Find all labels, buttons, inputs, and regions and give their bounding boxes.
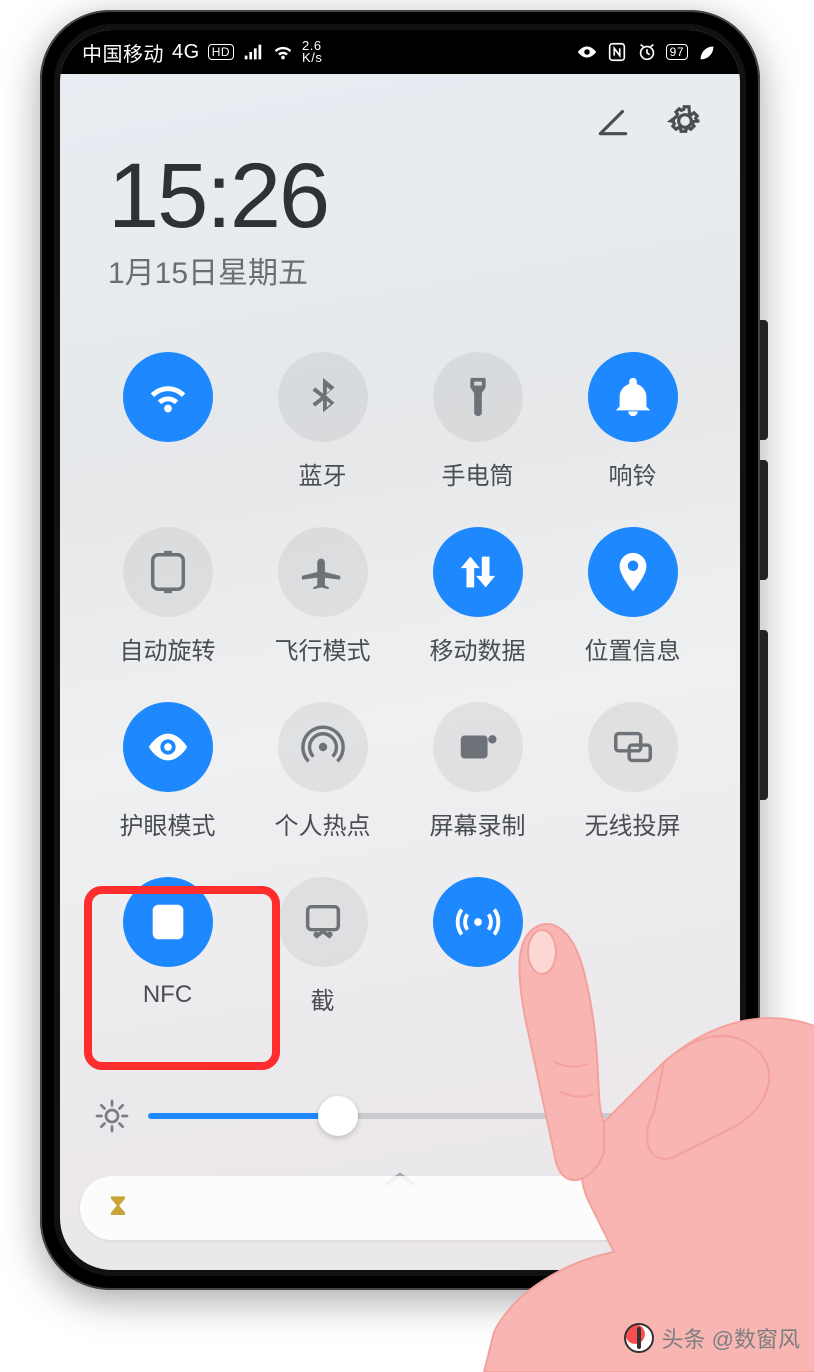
tile-snip[interactable]: 截 [245,871,400,1020]
tile-label: 护眼模式 [120,806,216,841]
carrier-label: 中国移动 [82,38,164,67]
wifi-status-icon [272,41,294,63]
airplane-icon [278,527,368,617]
search-bar[interactable] [80,1176,720,1240]
watermark: 头条 @数窗风 [624,1322,800,1354]
alarm-status-icon [636,41,658,63]
brightness-row [94,1084,706,1148]
panel-header [60,74,740,140]
nfc-status-icon [606,41,628,63]
ring-icon [588,352,678,442]
phone-frame: 中国移动 4G HD 2.6K/s 97 [40,10,760,1290]
tile-label: 移动数据 [430,631,526,666]
tile-label: 屏幕录制 [430,806,526,841]
tile-huaweishare[interactable] [400,871,555,1020]
watermark-logo-icon [624,1323,654,1353]
settings-button[interactable] [666,102,704,140]
net-speed: 2.6K/s [302,40,322,64]
tile-label: 截 [311,981,335,1016]
tile-label: 自动旋转 [120,631,216,666]
tile-label: 手电筒 [442,456,514,491]
screen: 中国移动 4G HD 2.6K/s 97 [60,30,740,1270]
tile-wifi[interactable] [90,346,245,495]
record-icon [433,702,523,792]
tile-location[interactable]: 位置信息 [555,521,710,670]
tile-hotspot[interactable]: 个人热点 [245,696,400,845]
flashlight-icon [433,352,523,442]
tile-record[interactable]: 屏幕录制 [400,696,555,845]
watermark-text: 头条 @数窗风 [662,1322,800,1354]
nfc-icon [123,877,213,967]
eyecare-status-icon [576,41,598,63]
battery-percent: 97 [666,44,688,60]
rotate-icon [123,527,213,617]
phone-bezel: 中国移动 4G HD 2.6K/s 97 [54,24,746,1276]
data-icon [433,527,523,617]
clock-block: 15:26 1月15日星期五 [60,140,740,292]
tile-eyecare[interactable]: 护眼模式 [90,696,245,845]
tile-ring[interactable]: 响铃 [555,346,710,495]
edit-button[interactable] [594,102,632,140]
brightness-slider[interactable] [148,1113,706,1119]
brightness-icon [94,1098,130,1134]
tile-label: 无线投屏 [585,806,681,841]
tile-rotate[interactable]: 自动旋转 [90,521,245,670]
tile-label: 个人热点 [275,806,371,841]
volume-up-button[interactable] [760,320,768,440]
network-type: 4G [172,41,200,64]
eyecare-icon [123,702,213,792]
power-button[interactable] [760,630,768,800]
quick-settings-grid: 蓝牙 手电筒 响铃自动旋转 飞行模式 移动数据 位置信息护眼模式 个人热点 屏幕录制 无线投屏 N… [90,346,710,1020]
tile-airplane[interactable]: 飞行模式 [245,521,400,670]
tile-data[interactable]: 移动数据 [400,521,555,670]
clock-time: 15:26 [108,150,692,242]
huaweishare-icon [433,877,523,967]
status-bar: 中国移动 4G HD 2.6K/s 97 [60,30,740,74]
tile-label: 飞行模式 [275,631,371,666]
tile-label: 响铃 [609,456,657,491]
wifi-icon [123,352,213,442]
clock-date: 1月15日星期五 [108,248,692,292]
hd-badge: HD [208,44,234,60]
tile-bluetooth[interactable]: 蓝牙 [245,346,400,495]
cast-icon [588,702,678,792]
tile-cast[interactable]: 无线投屏 [555,696,710,845]
hourglass-icon [104,1194,132,1222]
snip-icon [278,877,368,967]
leaf-icon [696,41,718,63]
signal-icon [242,41,264,63]
collapse-handle-icon[interactable] [378,1158,422,1172]
tile-label: NFC [143,981,192,1009]
brightness-thumb[interactable] [318,1096,358,1136]
bluetooth-icon [278,352,368,442]
volume-down-button[interactable] [760,460,768,580]
hotspot-icon [278,702,368,792]
location-icon [588,527,678,617]
tile-nfc[interactable]: NFC [90,871,245,1020]
tile-label: 蓝牙 [299,456,347,491]
tile-label: 位置信息 [585,631,681,666]
tile-flashlight[interactable]: 手电筒 [400,346,555,495]
